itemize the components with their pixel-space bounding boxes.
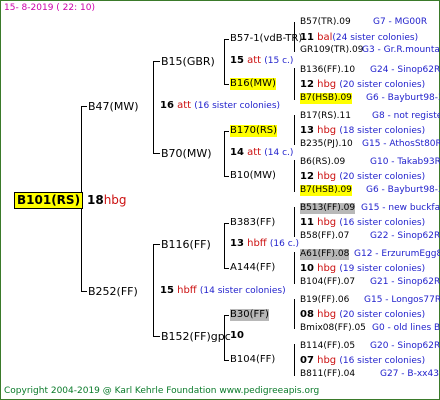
gen3-name-7[interactable]: B30(FF) [230, 309, 269, 321]
root-year: 18 [87, 193, 104, 207]
root-breed: hbg [103, 193, 127, 207]
gen4-10[interactable]: B58(FF).07 [300, 231, 349, 242]
gen4-9[interactable]: B513(FF).09 [300, 203, 356, 214]
header-timestamp: 15- 8-2019 ( 22: 10) [4, 3, 95, 13]
gen2-item-3-year: 13 hbff (16 c.) [230, 238, 300, 249]
gen4-12[interactable]: B104(FF).07 [300, 277, 355, 288]
gen3-year-6: 10 hbg (19 sister colonies) [300, 263, 426, 274]
gen4-13[interactable]: B19(FF).06 [300, 295, 349, 306]
gen2-item-3[interactable]: B116(FF) [161, 238, 211, 251]
root-queen[interactable]: B101(RS) [14, 192, 84, 209]
gen3-year-1: 15 att (15 c.) [230, 55, 294, 66]
gen4-12-info: G21 - Sinop62R [370, 277, 440, 287]
gen3-name-5[interactable]: B383(FF) [230, 217, 275, 229]
gen2-item-1[interactable]: B15(GBR) [161, 55, 215, 68]
gen4-11[interactable]: A61(FF).08 [300, 249, 350, 260]
gen3-year-2: 12 hbg (20 sister colonies) [300, 79, 426, 90]
gen4-8[interactable]: B7(HSB).09 [300, 185, 352, 196]
gen4-8-info: G6 - Bayburt98-3 [366, 185, 440, 195]
gen3-name-4[interactable]: B10(MW) [230, 170, 276, 182]
pedigree-page: { "header": "15- 8-2019 ( 22: 10)", "roo… [0, 0, 440, 400]
gen4-4-info: G6 - Bayburt98-3 [366, 93, 440, 103]
gen3-top-year: 11 bal(24 sister colonies) [300, 32, 419, 43]
gen1-mother[interactable]: B252(FF) [88, 285, 138, 298]
gen4-11-info: G12 - ErzurumEgg8 [354, 249, 440, 259]
gen4-5-info: G8 - not registe [372, 111, 440, 121]
gen4-14-info: G0 - old lines B [372, 323, 440, 333]
gen3-name-3[interactable]: B170(RS) [230, 125, 278, 137]
gen3-year-5: 11 hbg (16 sister colonies) [300, 217, 426, 228]
gen1-bottom-year: 15 hbff (14 sister colonies) [160, 285, 286, 296]
gen4-14[interactable]: Bmix08(FF).05 [300, 323, 366, 334]
gen4-1-info: G7 - MG00R [373, 17, 428, 27]
gen4-15[interactable]: B114(FF).05 [300, 341, 355, 352]
gen4-7-info: G10 - Takab93R [370, 157, 440, 167]
gen3-name-8[interactable]: B104(FF) [230, 354, 275, 366]
gen3-year-4: 12 hbg (20 sister colonies) [300, 171, 426, 182]
gen1-top-year: 16 att (16 sister colonies) [160, 100, 281, 111]
gen3-name-1[interactable]: B57-1(vdB-TR) [230, 33, 302, 45]
gen2-item-4-year: 10 [230, 330, 244, 341]
gen4-1: B57(TR).09 [300, 17, 351, 27]
gen4-15-info: G20 - Sinop62R [370, 341, 440, 351]
gen4-16[interactable]: B811(FF).04 [300, 369, 355, 380]
gen3-year-7: 08 hbg (20 sister colonies) [300, 309, 426, 320]
gen4-7[interactable]: B6(RS).09 [300, 157, 345, 168]
gen3-year-3: 13 hbg (18 sister colonies) [300, 125, 426, 136]
footer-copyright: Copyright 2004-2019 @ Karl Kehrle Founda… [4, 386, 320, 396]
gen2-item-2[interactable]: B70(MW) [161, 147, 212, 160]
gen4-4[interactable]: B7(HSB).09 [300, 93, 352, 104]
gen3-year-8: 07 hbg (16 sister colonies) [300, 355, 426, 366]
gen2-item-2-year: 14 att (14 c.) [230, 147, 294, 158]
gen4-6[interactable]: B235(PJ).10 [300, 139, 353, 150]
gen4-16-info: G27 - B-xx43 [380, 369, 439, 379]
root-year-breed: 18hbg [87, 193, 127, 207]
gen4-3[interactable]: B136(FF).10 [300, 65, 355, 76]
gen3-name-2[interactable]: B16(MW) [230, 78, 276, 90]
gen4-5[interactable]: B17(RS).11 [300, 111, 351, 122]
gen4-10-info: G22 - Sinop62R [370, 231, 440, 241]
gen4-6-info: G15 - AthosSt80R [362, 139, 440, 149]
gen4-3-info: G24 - Sinop62R [370, 65, 440, 75]
gen4-13-info: G15 - Longos77R [364, 295, 440, 305]
gen4-9-info: G15 - new buckfas [361, 203, 440, 213]
gen3-name-6[interactable]: A144(FF) [230, 262, 275, 274]
gen2-item-4[interactable]: B152(FF)gpc [161, 330, 231, 343]
gen4-2-info: G3 - Gr.R.mounta [362, 45, 440, 55]
gen1-father[interactable]: B47(MW) [88, 100, 139, 113]
gen4-2[interactable]: GR109(TR).09 [300, 45, 364, 56]
